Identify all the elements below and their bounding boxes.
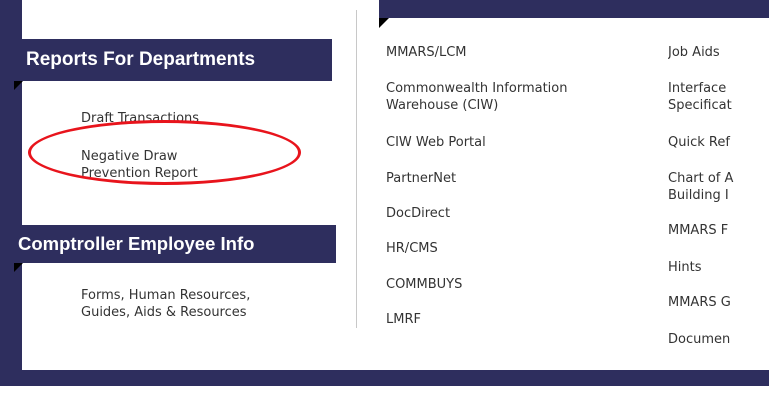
link-job-aids[interactable]: Job Aids: [668, 44, 720, 61]
link-forms-hr-guides-aids-resources[interactable]: Forms, Human Resources, Guides, Aids & R…: [81, 287, 250, 321]
link-ciw-web-portal[interactable]: CIW Web Portal: [386, 134, 486, 151]
reports-header-label: Reports For Departments: [26, 49, 256, 70]
link-docdirect[interactable]: DocDirect: [386, 205, 450, 222]
reports-for-departments-header: Reports For Departments: [14, 39, 332, 81]
link-commbuys[interactable]: COMMBUYS: [386, 276, 462, 293]
link-hr-cms[interactable]: HR/CMS: [386, 240, 438, 257]
link-partnernet[interactable]: PartnerNet: [386, 170, 456, 187]
link-mmars-lcm[interactable]: MMARS/LCM: [386, 44, 467, 61]
link-interface-specifications[interactable]: Interface Specificat: [668, 80, 732, 114]
link-chart-of-accounts[interactable]: Chart of A Building I: [668, 170, 733, 204]
bottom-frame-border: [0, 370, 769, 386]
link-documents[interactable]: Documen: [668, 331, 730, 348]
link-hints[interactable]: Hints: [668, 259, 702, 276]
reports-header-fold-decoration: [14, 81, 23, 90]
comptroller-header-label: Comptroller Employee Info: [18, 233, 255, 254]
link-quick-reference[interactable]: Quick Ref: [668, 134, 730, 151]
top-strip-fold-decoration: [379, 18, 389, 28]
link-mmars-g[interactable]: MMARS G: [668, 294, 731, 311]
page-background: [0, 386, 769, 408]
link-draft-transactions[interactable]: Draft Transactions: [81, 110, 199, 127]
systems-column-2: Job Aids Interface Specificat Quick Ref …: [668, 0, 769, 370]
link-lmrf[interactable]: LMRF: [386, 311, 421, 328]
comptroller-header-fold-decoration: [14, 263, 23, 272]
link-mmars-f[interactable]: MMARS F: [668, 222, 728, 239]
comptroller-employee-info-header: Comptroller Employee Info: [14, 225, 336, 263]
link-negative-draw-prevention-report[interactable]: Negative Draw Prevention Report: [81, 148, 198, 182]
link-ciw[interactable]: Commonwealth Information Warehouse (CIW): [386, 80, 567, 114]
column-divider: [356, 10, 357, 328]
